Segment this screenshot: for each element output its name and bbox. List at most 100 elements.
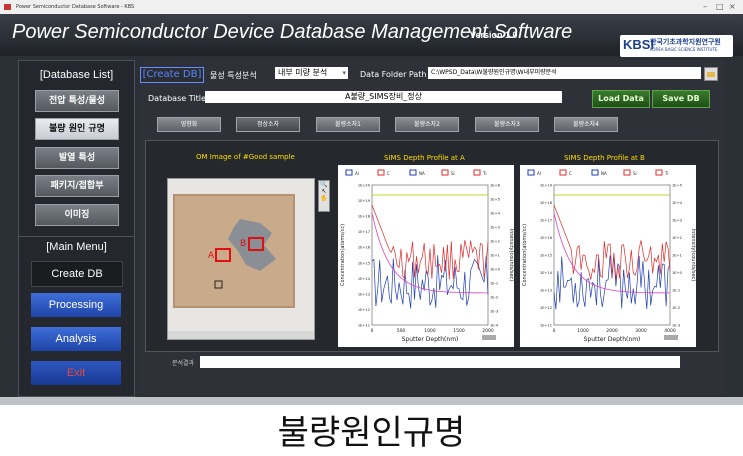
sidebar-item-imaging[interactable]: 이미징	[35, 204, 119, 226]
db-title-input[interactable]: A불량_SIMS장비_정상	[205, 91, 562, 103]
y-tick-label: 1E+17	[540, 219, 552, 223]
x-tick-label: 0	[553, 328, 556, 334]
y2-tick-label: 1E+4	[672, 201, 683, 205]
y2-tick-label: 1E+2	[490, 240, 500, 244]
plot-area	[553, 184, 671, 326]
sims-chart-b[interactable]: Al C NA Si Ti 1E+11 1E+12 1E+13 1E+14 1E+15 1E+16 1…	[520, 165, 696, 347]
kbsi-logo: KBSI 한국기초과학지원연구원 KOREA BASIC SCIENCE INS…	[620, 35, 733, 57]
figure-caption: 불량원인규명	[277, 413, 466, 453]
tab-defect-2[interactable]: 불량소자2	[395, 117, 459, 132]
y2-tick-label: 1E+6	[490, 184, 501, 188]
analysis-type-select[interactable]: 내부 미량 분석 ▾	[275, 67, 348, 79]
header-banner: Power Semiconductor Device Database Mana…	[0, 14, 743, 57]
folder-path-input[interactable]: C:\WPSD_Data\W불량원인규명\W내부미량분석	[428, 67, 701, 79]
y-tick-label: 1E+12	[358, 308, 370, 312]
legend-label: Si	[451, 171, 455, 176]
y-tick-label: 1E+16	[540, 236, 553, 240]
y2-tick-label: 1E+0	[490, 268, 501, 272]
zoom-icon[interactable]: 🔍	[319, 181, 329, 188]
legend-label: Si	[633, 171, 637, 176]
chart-toolbar-icon[interactable]	[664, 335, 678, 340]
y-tick-label: 1E+17	[358, 230, 370, 234]
y2-tick-label: 1E+1	[490, 254, 500, 258]
y2-axis-label: Intensity(counts/sec)	[690, 229, 696, 282]
x-axis-label: Sputter Depth(nm)	[402, 336, 459, 343]
y-tick-label: 1E+19	[540, 184, 553, 188]
y2-axis-label: Intensity(counts/sec)	[508, 229, 514, 282]
analysis-button[interactable]: Analysis	[31, 327, 121, 351]
folder-browse-icon[interactable]	[704, 67, 718, 81]
sims-chart-a[interactable]: Al C NA Si Ti 1E+11 1E+12 1E+13 1E+14 1E+15 1E+16 1…	[338, 165, 514, 347]
y2-tick-label: 1E-1	[490, 282, 498, 286]
y2-tick-label: 1E+2	[672, 236, 682, 240]
y2-tick-label: 1E+5	[490, 198, 500, 202]
logo-english: KOREA BASIC SCIENCE INSTITUTE	[650, 47, 718, 52]
tab-defect-3[interactable]: 불량소자3	[475, 117, 539, 132]
analysis-type-value: 내부 미량 분석	[278, 68, 328, 77]
zoom-toolbar: 🔍 ↖ ✋	[318, 180, 330, 212]
close-icon[interactable]: ×	[729, 0, 736, 14]
db-list-title: [Database List]	[39, 69, 114, 81]
y2-tick-label: 1E-2	[490, 296, 498, 300]
x-tick-label: 1000	[424, 328, 436, 334]
processing-button[interactable]: Processing	[31, 293, 121, 317]
chevron-down-icon[interactable]: ▾	[342, 67, 346, 79]
legend-label: Al	[355, 171, 359, 176]
minimize-icon[interactable]: –	[703, 0, 707, 14]
x-tick-label: 500	[397, 328, 406, 334]
tab-reference[interactable]: 영향화	[157, 117, 221, 132]
tab-normal-device[interactable]: 정상소자	[236, 117, 300, 132]
x-tick-label: 2000	[606, 328, 618, 334]
result-input[interactable]	[200, 356, 680, 368]
y-tick-label: 1E+13	[540, 289, 552, 293]
tab-defect-4[interactable]: 불량소자4	[554, 117, 618, 132]
version-label: Version 1.0	[470, 30, 518, 40]
chart-a-title: SIMS Depth Profile at A	[384, 154, 465, 162]
sidebar-item-package[interactable]: 패키지/접합부	[35, 175, 119, 197]
y2-tick-label: 1E-4	[490, 324, 499, 328]
y-tick-label: 1E+15	[540, 254, 552, 258]
maximize-icon[interactable]: □	[716, 0, 724, 14]
marker-b-label: B	[240, 239, 247, 249]
y-tick-label: 1E+14	[540, 271, 553, 275]
sidebar-item-failure-analysis[interactable]: 불량 원인 규명	[35, 118, 119, 140]
y2-tick-label: 1E+1	[672, 254, 682, 258]
marker-a-label: A	[208, 251, 215, 261]
x-axis-label: Sputter Depth(nm)	[584, 336, 641, 343]
y-tick-label: 1E+20	[358, 184, 371, 188]
x-tick-label: 4000	[664, 328, 676, 334]
y-tick-label: 1E+11	[358, 324, 370, 328]
save-db-button[interactable]: Save DB	[652, 90, 710, 108]
db-title-label: Database Title	[148, 94, 206, 103]
pointer-icon[interactable]: ↖	[319, 188, 329, 195]
y-tick-label: 1E+19	[358, 199, 371, 203]
x-tick-label: 2000	[482, 328, 494, 334]
exit-button[interactable]: Exit	[31, 361, 121, 385]
create-db-button[interactable]: Create DB	[31, 261, 123, 287]
y2-tick-label: 1E-1	[672, 289, 680, 293]
y2-tick-label: 1E-2	[672, 306, 680, 310]
tab-defect-1[interactable]: 불량소자1	[316, 117, 380, 132]
y-tick-label: 1E+18	[540, 201, 553, 205]
sidebar-item-voltage[interactable]: 전압 특성/물성	[35, 90, 119, 112]
legend-label: Al	[537, 171, 541, 176]
y-tick-label: 1E+13	[358, 292, 370, 296]
pan-icon[interactable]: ✋	[319, 195, 329, 202]
create-db-mode-label: [Create DB]	[140, 67, 204, 83]
legend-label: NA	[419, 171, 425, 176]
y2-tick-label: 1E+3	[672, 219, 682, 223]
x-tick-label: 1000	[577, 328, 589, 334]
y2-tick-label: 1E-3	[490, 310, 498, 314]
legend-label: C	[569, 171, 572, 176]
om-scrollbar	[168, 331, 314, 339]
sidebar-item-thermal[interactable]: 발열 특성	[35, 147, 119, 169]
om-image[interactable]: A B	[167, 178, 315, 340]
x-tick-label: 3000	[635, 328, 647, 334]
load-data-button[interactable]: Load Data	[592, 90, 650, 108]
analysis-type-label: 물성 특성분석	[210, 71, 257, 80]
y-tick-label: 1E+12	[540, 306, 552, 310]
legend-label: Ti	[482, 171, 486, 176]
chart-toolbar-icon[interactable]	[482, 335, 496, 340]
result-label: 분석결과	[172, 360, 195, 367]
y2-tick-label: 1E+3	[490, 226, 500, 230]
